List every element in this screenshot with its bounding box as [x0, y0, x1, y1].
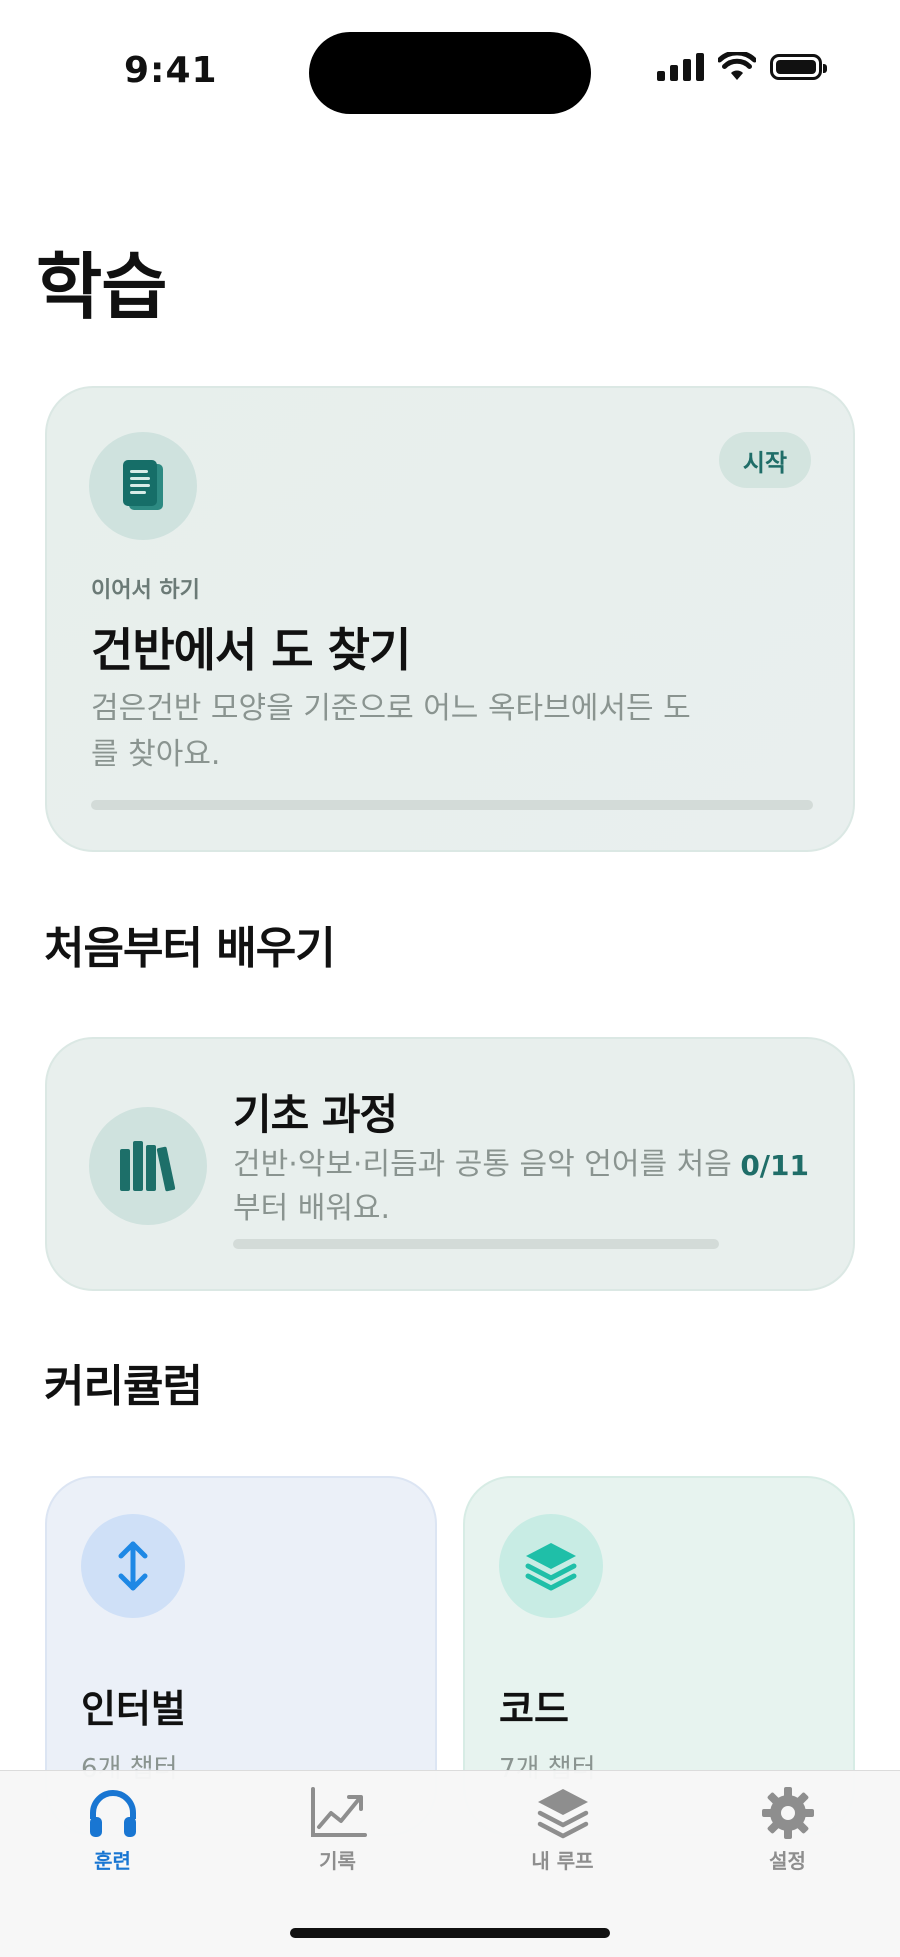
layers-icon: [499, 1514, 603, 1618]
continue-description: 검은건반 모양을 기준으로 어느 옥타브에서든 도를 찾아요.: [91, 691, 691, 772]
continue-card[interactable]: 시작 이어서 하기 건반에서 도 찾기 검은건반 모양을 기준으로 어느 옥타브…: [45, 386, 855, 852]
curriculum-title-interval: 인터벌: [81, 1687, 186, 1731]
tab-label-my-loops: 내 루프: [531, 1849, 594, 1873]
tab-settings[interactable]: 설정: [675, 1785, 900, 1874]
books-icon: [89, 1107, 207, 1225]
screen: 9:41 학습 시작 이어서 하기 건반에서 도 찾기 검은건반 모양을 기준으…: [0, 0, 900, 1957]
chart-icon: [310, 1787, 367, 1837]
cellular-signal-icon: [657, 53, 704, 81]
continue-title: 건반에서 도 찾기: [91, 623, 411, 677]
tab-label-settings: 설정: [769, 1849, 806, 1873]
page-title: 학습: [36, 245, 167, 329]
tab-label-training: 훈련: [94, 1849, 131, 1873]
tab-records[interactable]: 기록: [225, 1785, 450, 1874]
basic-course-progress-bar: [233, 1239, 719, 1249]
gear-icon: [761, 1787, 814, 1839]
basic-course-description: 건반·악보·리듬과 공통 음악 언어를 처음부터 배워요.: [233, 1147, 732, 1226]
wifi-icon: [718, 52, 756, 80]
home-indicator: [290, 1928, 610, 1938]
vertical-arrows-icon: [81, 1514, 185, 1618]
basic-course-count: 0/11: [740, 1149, 809, 1182]
tab-training[interactable]: 훈련: [0, 1785, 225, 1874]
notebook-icon: [89, 432, 197, 540]
tab-my-loops[interactable]: 내 루프: [450, 1785, 675, 1874]
stack-icon: [537, 1789, 588, 1839]
continue-progress-bar: [91, 800, 813, 810]
basic-course-title: 기초 과정: [233, 1090, 398, 1139]
headphones-icon: [89, 1790, 136, 1837]
battery-icon: [770, 54, 827, 80]
tab-label-records: 기록: [319, 1849, 356, 1873]
start-button[interactable]: 시작: [719, 432, 811, 488]
curriculum-title-chord: 코드: [499, 1687, 569, 1731]
dynamic-island: [309, 32, 591, 114]
continue-eyebrow: 이어서 하기: [91, 578, 200, 603]
status-time: 9:41: [124, 50, 218, 91]
basic-course-card[interactable]: 기초 과정 건반·악보·리듬과 공통 음악 언어를 처음부터 배워요. 0/11: [45, 1037, 855, 1291]
section-title-curriculum: 커리큘럼: [44, 1361, 203, 1412]
status-icons: [657, 52, 827, 82]
section-title-basics: 처음부터 배우기: [44, 923, 336, 974]
